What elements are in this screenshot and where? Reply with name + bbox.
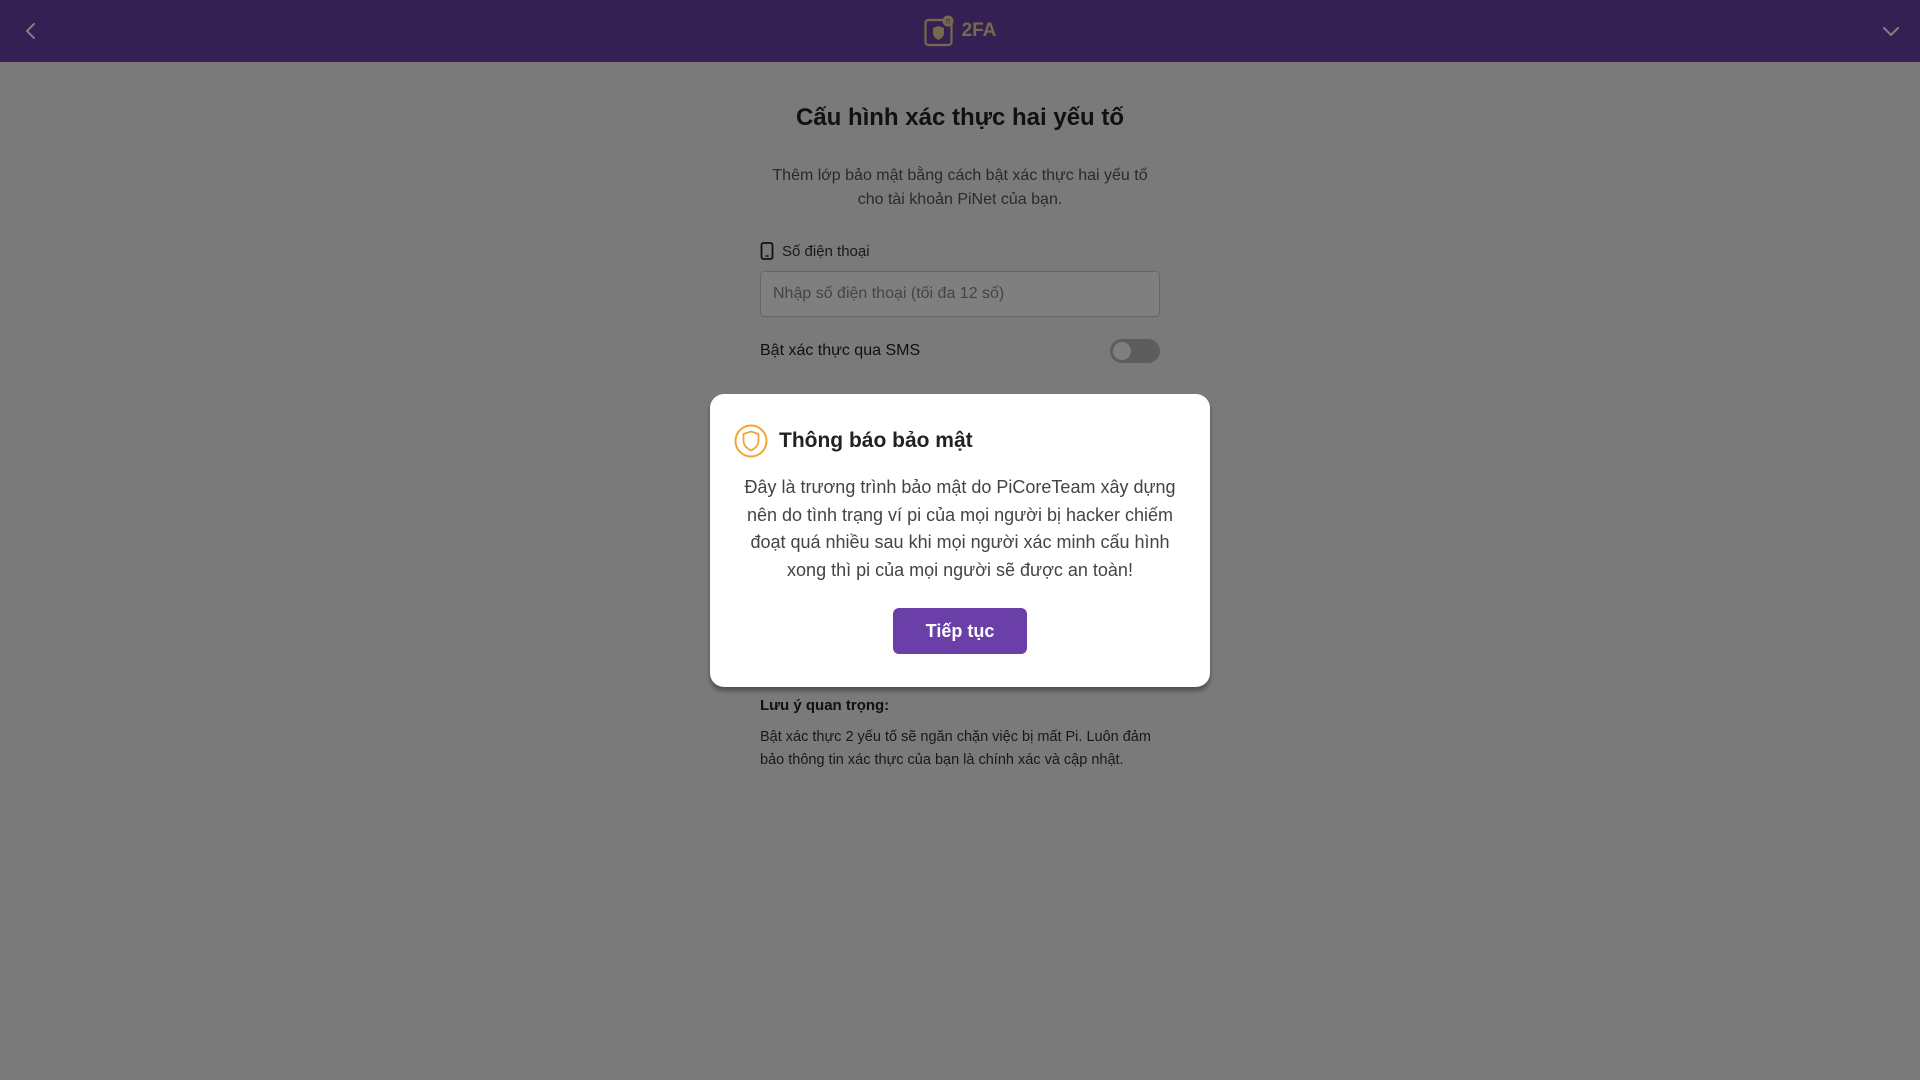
security-notice-dialog: Thông báo bảo mật Đây là trương trình bả…	[710, 394, 1210, 687]
dialog-title: Thông báo bảo mật	[779, 429, 973, 452]
continue-button[interactable]: Tiếp tục	[893, 608, 1027, 654]
dialog-header: Thông báo bảo mật	[734, 424, 973, 458]
dialog-message: Đây là trương trình bảo mật do PiCoreTea…	[744, 477, 1176, 580]
shield-icon	[734, 424, 768, 458]
